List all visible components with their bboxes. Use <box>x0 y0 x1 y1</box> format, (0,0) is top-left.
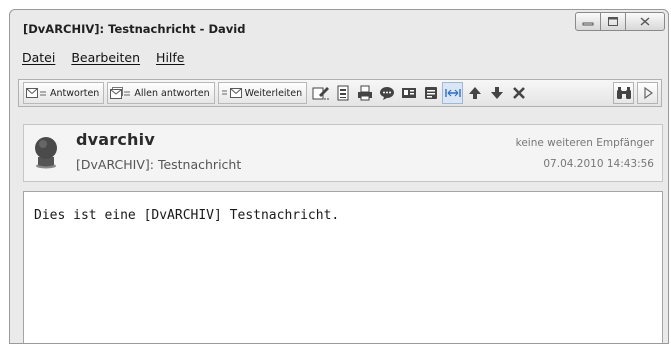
forward-icon <box>221 86 243 100</box>
binoculars-icon <box>616 87 631 99</box>
sender-name: dvarchiv <box>76 130 155 149</box>
forward-label: Weiterleiten <box>244 87 303 99</box>
speech-bubble-icon <box>379 87 394 100</box>
toolbar-right-group <box>611 82 659 104</box>
delete-button[interactable] <box>508 82 529 104</box>
message-window: [DvARCHIV]: Testnachricht - David Datei … <box>9 9 669 344</box>
edit-button[interactable] <box>310 82 331 104</box>
notes-button[interactable] <box>420 82 441 104</box>
edit-icon <box>312 87 329 100</box>
expand-arrow-icon <box>643 86 653 100</box>
menu-bearbeiten[interactable]: Bearbeiten <box>71 50 140 68</box>
title-bar[interactable]: [DvARCHIV]: Testnachricht - David <box>10 10 668 42</box>
minimize-button[interactable] <box>575 12 601 31</box>
menu-bar: Datei Bearbeiten Hilfe <box>14 50 192 68</box>
window-title: [DvARCHIV]: Testnachricht - David <box>23 22 246 36</box>
print-button[interactable] <box>354 82 375 104</box>
menu-datei[interactable]: Datei <box>22 50 55 68</box>
reply-all-button[interactable]: Allen antworten <box>107 82 215 104</box>
previous-message-button[interactable] <box>464 82 485 104</box>
close-icon <box>640 17 650 26</box>
message-body-text: Dies ist eine [DvARCHIV] Testnachricht. <box>34 208 340 223</box>
reply-button[interactable]: Antworten <box>23 82 105 104</box>
maximize-button[interactable] <box>600 12 626 31</box>
address-card-icon <box>401 88 416 98</box>
address-button[interactable] <box>398 82 419 104</box>
next-message-button[interactable] <box>486 82 507 104</box>
reply-all-label: Allen antworten <box>134 87 210 99</box>
message-subject: [DvARCHIV]: Testnachricht <box>76 157 242 172</box>
window-controls <box>575 12 665 31</box>
delete-icon <box>512 87 525 99</box>
reply-label: Antworten <box>50 87 100 99</box>
minimize-icon <box>582 22 594 25</box>
expand-button[interactable] <box>637 82 658 104</box>
message-header: dvarchiv [DvARCHIV]: Testnachricht keine… <box>23 124 663 182</box>
fit-width-button[interactable] <box>442 82 464 104</box>
message-body[interactable]: Dies ist eine [DvARCHIV] Testnachricht. <box>23 191 663 343</box>
forward-button[interactable]: Weiterleiten <box>217 82 308 104</box>
arrow-down-icon <box>490 87 503 99</box>
reply-all-icon <box>110 86 132 100</box>
search-button[interactable] <box>613 82 634 104</box>
avatar <box>35 137 57 169</box>
printer-icon <box>357 85 372 101</box>
print-preview-button[interactable] <box>332 82 353 104</box>
maximize-icon <box>608 17 618 26</box>
toolbar: Antworten Allen antworten Weiterleiten <box>18 79 662 107</box>
menu-hilfe[interactable]: Hilfe <box>156 50 184 68</box>
print-preview-icon <box>337 85 349 101</box>
message-date: 07.04.2010 14:43:56 <box>543 158 654 170</box>
recipients-info: keine weiteren Empfänger <box>515 137 654 149</box>
fit-width-icon <box>444 89 461 97</box>
reply-icon <box>26 86 48 100</box>
comment-button[interactable] <box>376 82 397 104</box>
close-button[interactable] <box>625 12 665 31</box>
arrow-up-icon <box>468 87 481 99</box>
notes-icon <box>424 87 437 99</box>
